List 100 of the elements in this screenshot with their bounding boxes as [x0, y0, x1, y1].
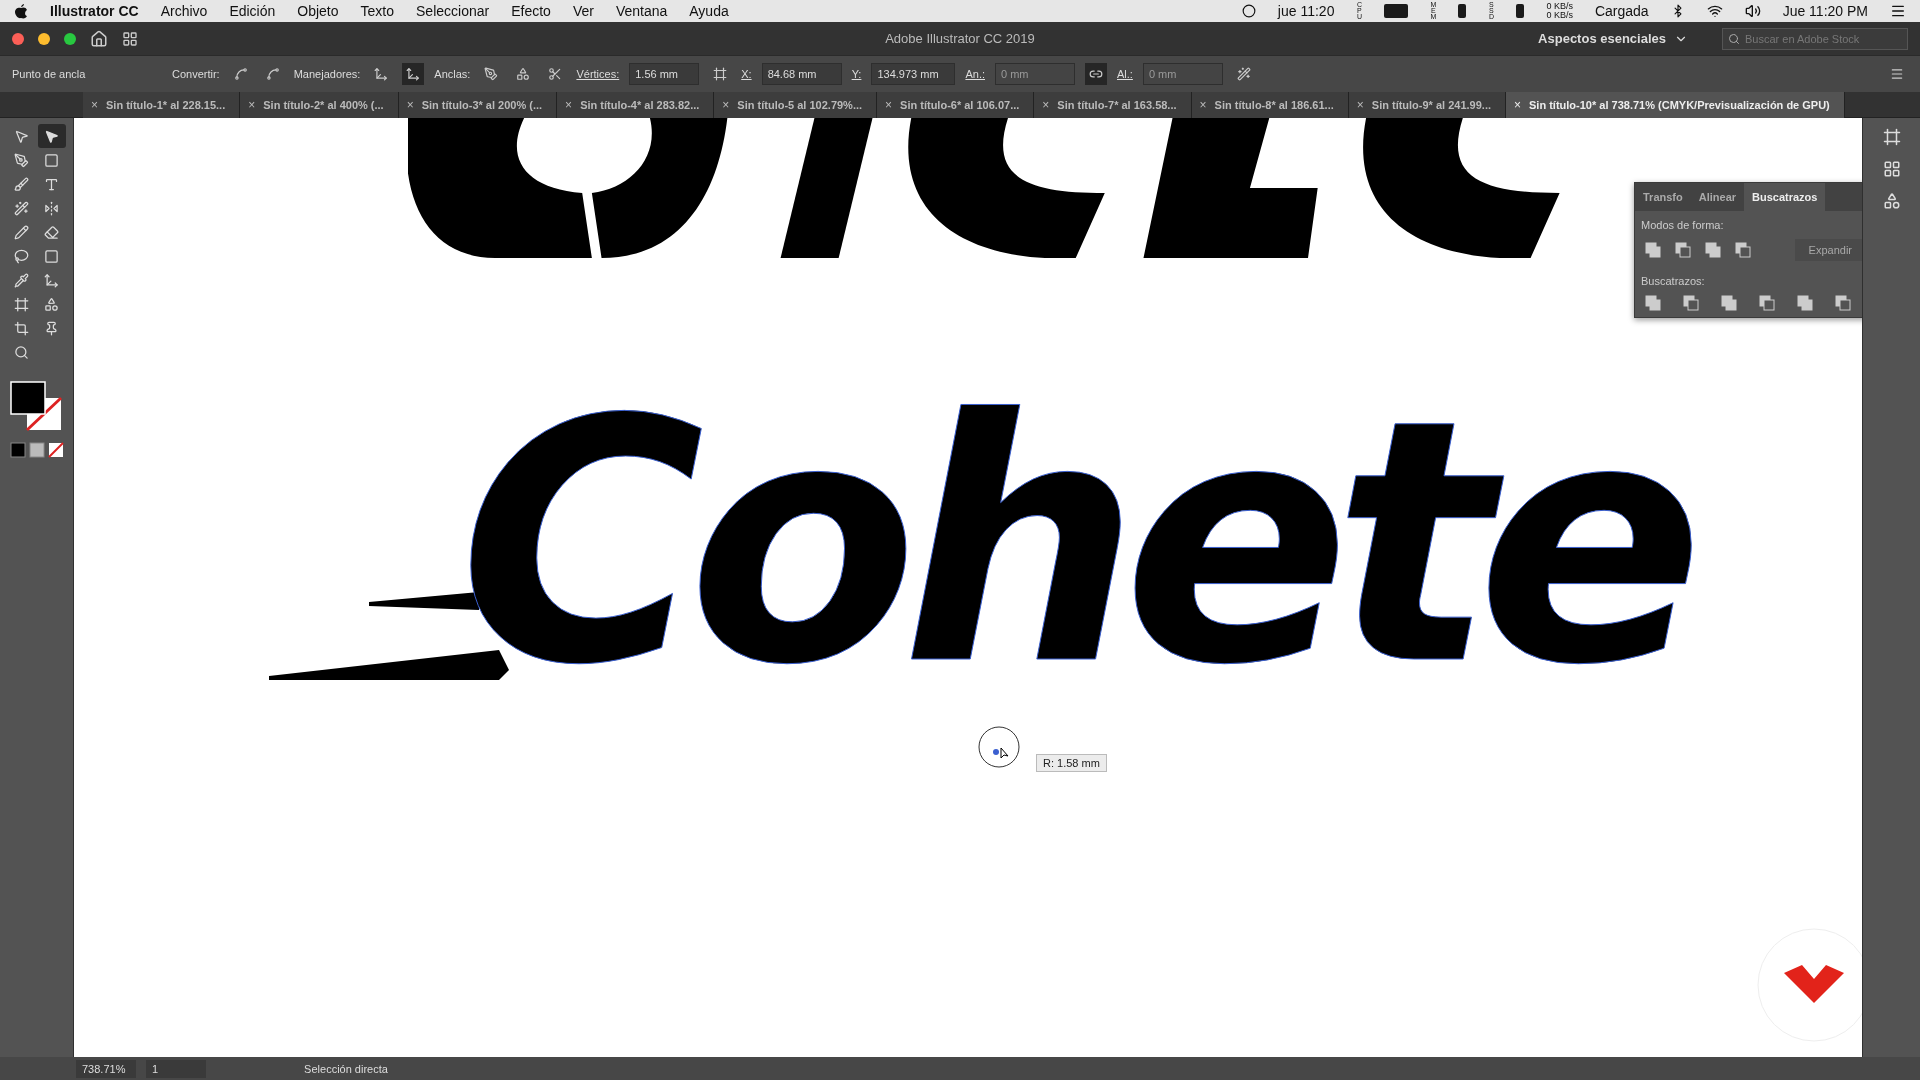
tab-label[interactable]: Sin título-4* al 283.82...	[580, 99, 700, 111]
type-icon	[44, 176, 59, 192]
fill-stroke-icon[interactable]	[8, 380, 65, 432]
transform-icon[interactable]	[1882, 128, 1901, 146]
tab-close-button[interactable]: ×	[91, 98, 98, 112]
document-tab[interactable]: × Sin título-4* al 283.82...	[557, 92, 715, 118]
wand-icon	[1236, 67, 1251, 81]
wifi-icon[interactable]	[1706, 3, 1723, 19]
artboard-field[interactable]: 1	[146, 1059, 206, 1078]
document-tab[interactable]: × Sin título-6* al 106.07...	[877, 92, 1035, 118]
close-button[interactable]	[12, 32, 24, 45]
panel-tab[interactable]: Transfo	[1635, 183, 1691, 211]
tab-close-button[interactable]: ×	[1042, 98, 1050, 112]
color-modes-icon[interactable]	[8, 442, 65, 458]
shapes-icon	[44, 296, 59, 312]
menu-item[interactable]: Texto	[360, 3, 394, 19]
tab-label[interactable]: Sin título-1* al 228.15...	[106, 99, 226, 111]
apple-icon[interactable]	[14, 3, 28, 19]
shape-mode-icon[interactable]	[1645, 295, 1661, 311]
link-icon	[1089, 67, 1103, 81]
tab-close-button[interactable]: ×	[406, 98, 414, 112]
x-label[interactable]: X:	[741, 68, 752, 80]
shape-mode-icon[interactable]	[1835, 295, 1851, 311]
minimize-button[interactable]	[38, 32, 50, 45]
rectangle-icon	[44, 152, 59, 168]
height-label[interactable]: Al.:	[1117, 68, 1133, 80]
wand-icon	[14, 200, 29, 216]
record-icon[interactable]	[1241, 4, 1256, 18]
document-tab[interactable]: × Sin título-9* al 241.99...	[1348, 92, 1506, 118]
reflect-icon	[44, 200, 59, 216]
shape-mode-icon[interactable]	[1705, 242, 1721, 258]
shape-mode-icon[interactable]	[1721, 295, 1737, 311]
document-tab[interactable]: × Sin título-5 al 102.79%...	[714, 92, 878, 118]
menu-item[interactable]: Ayuda	[689, 3, 729, 19]
menu-item[interactable]: Edición	[229, 3, 276, 19]
tab-label[interactable]: Sin título-10* al 738.71% (CMYK/Previsualización de GPU)	[1529, 99, 1830, 111]
y-field[interactable]: 134.973 mm	[871, 63, 956, 85]
frame-icon	[713, 67, 728, 81]
menu-item[interactable]: Ventana	[615, 3, 668, 19]
menu-item[interactable]: Seleccionar	[416, 3, 490, 19]
meter-icon	[1384, 4, 1409, 18]
panel-tab[interactable]: Alinear	[1690, 183, 1745, 211]
shape-mode-icon[interactable]	[1645, 242, 1661, 258]
document-tab[interactable]: × Sin título-10* al 738.71% (CMYK/Previsualización de GPU)	[1506, 92, 1845, 118]
layout-icon[interactable]	[122, 30, 138, 47]
document-tab[interactable]: × Sin título-7* al 163.58...	[1034, 92, 1192, 118]
shape-mode-icon[interactable]	[1797, 295, 1813, 311]
workspace-switcher[interactable]: Aspectos esenciales	[1532, 30, 1694, 47]
panel-tab[interactable]: Buscatrazos	[1744, 183, 1826, 211]
shape-mode-icon[interactable]	[1735, 242, 1751, 258]
tab-close-button[interactable]: ×	[1356, 98, 1364, 112]
pin-icon	[44, 320, 59, 336]
tab-close-button[interactable]: ×	[565, 98, 573, 112]
link-button[interactable]	[1085, 63, 1107, 85]
convert-label: Convertir:	[172, 68, 220, 80]
x-field[interactable]: 84.68 mm	[761, 63, 842, 85]
tab-close-button[interactable]: ×	[1514, 98, 1522, 112]
app-menu[interactable]: Illustrator CC	[50, 3, 139, 19]
tab-close-button[interactable]: ×	[885, 98, 893, 112]
tab-label[interactable]: Sin título-5 al 102.79%...	[737, 99, 863, 111]
tab-label[interactable]: Sin título-2* al 400% (...	[263, 99, 384, 111]
corners-field[interactable]: 1.56 mm	[629, 63, 700, 85]
align-icon[interactable]	[1882, 160, 1901, 178]
menu-item[interactable]: Objeto	[297, 3, 339, 19]
tab-close-button[interactable]: ×	[248, 98, 256, 112]
tab-label[interactable]: Sin título-8* al 186.61...	[1214, 99, 1334, 111]
width-label[interactable]: An.:	[965, 68, 985, 80]
corners-label[interactable]: Vértices:	[576, 68, 620, 80]
document-tab[interactable]: × Sin título-8* al 186.61...	[1191, 92, 1349, 118]
crop-icon	[14, 320, 29, 336]
tab-close-button[interactable]: ×	[1199, 98, 1207, 112]
tab-label[interactable]: Sin título-3* al 200% (...	[421, 99, 543, 111]
shape-mode-icon[interactable]	[1683, 295, 1699, 311]
zoom-field[interactable]: 738.71%	[76, 1059, 136, 1078]
menu-item[interactable]: Archivo	[160, 3, 208, 19]
handle-button[interactable]	[402, 63, 425, 85]
search-field[interactable]: Buscar en Adobe Stock	[1722, 27, 1908, 50]
menu-item[interactable]: Ver	[572, 3, 594, 19]
document-tab[interactable]: × Sin título-3* al 200% (...	[398, 92, 558, 118]
volume-icon[interactable]	[1744, 3, 1761, 19]
tab-label[interactable]: Sin título-9* al 241.99...	[1371, 99, 1491, 111]
menu-item[interactable]: Efecto	[511, 3, 551, 19]
tab-label[interactable]: Sin título-7* al 163.58...	[1057, 99, 1177, 111]
direct-tool[interactable]	[37, 124, 66, 148]
section-label: Buscatrazos:	[1640, 274, 1706, 289]
meter-icon	[1458, 4, 1467, 18]
handles-label: Manejadores:	[293, 68, 361, 80]
shape-mode-icon[interactable]	[1759, 295, 1775, 311]
tab-label[interactable]: Sin título-6* al 106.07...	[900, 99, 1020, 111]
y-label[interactable]: Y:	[851, 68, 862, 80]
menu-icon[interactable]	[1890, 3, 1906, 19]
pen-icon	[14, 152, 29, 168]
pathfinder-icon[interactable]	[1882, 192, 1901, 210]
document-tab[interactable]: × Sin título-1* al 228.15...	[83, 92, 241, 118]
shape-mode-icon[interactable]	[1675, 242, 1691, 258]
document-tab[interactable]: × Sin título-2* al 400% (...	[240, 92, 399, 118]
menu-clock[interactable]: Jue 11:20 PM	[1782, 3, 1868, 19]
home-icon[interactable]	[90, 29, 108, 48]
zoom-button[interactable]	[64, 32, 76, 45]
tab-close-button[interactable]: ×	[722, 98, 730, 112]
